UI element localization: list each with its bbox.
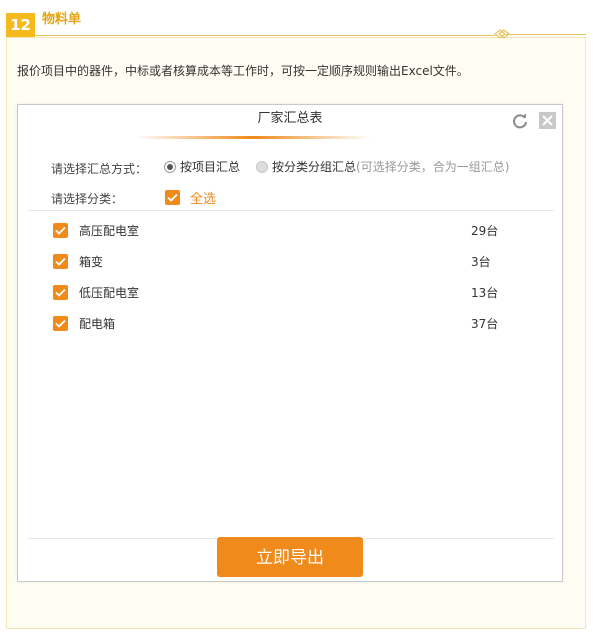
title-rule — [35, 35, 495, 36]
title-rule-right — [506, 34, 586, 35]
radio-unselected-icon — [256, 160, 268, 173]
vendor-summary-dialog: 厂家汇总表 请选择汇总方式： 按项目汇总 按分类分组汇总 (可选择分类，合为一组… — [17, 104, 563, 582]
item-count: 3台 — [471, 254, 491, 269]
section-number: 12 — [6, 13, 35, 37]
radio-by-category-label: 按分类分组汇总 — [272, 160, 357, 174]
item-name: 高压配电室 — [79, 223, 140, 238]
radio-by-project-label: 按项目汇总 — [180, 160, 241, 174]
export-button[interactable]: 立即导出 — [217, 537, 363, 577]
refresh-icon[interactable] — [511, 112, 529, 130]
select-all-checkbox[interactable]: 全选 — [165, 188, 216, 207]
checkbox-checked-icon[interactable] — [53, 253, 68, 269]
item-count: 29台 — [471, 223, 499, 238]
radio-hint: (可选择分类，合为一组汇总) — [356, 160, 510, 174]
item-name: 低压配电室 — [79, 285, 140, 300]
checkbox-checked-icon — [165, 190, 180, 205]
radio-by-category[interactable]: 按分类分组汇总 (可选择分类，合为一组汇总) — [256, 158, 509, 175]
list-item[interactable]: 箱变 3台 — [53, 251, 503, 271]
select-all-label: 全选 — [190, 192, 217, 207]
checkbox-checked-icon[interactable] — [53, 315, 68, 331]
dialog-title: 厂家汇总表 — [257, 111, 323, 126]
radio-selected-icon — [164, 160, 176, 173]
item-count: 13台 — [471, 285, 499, 300]
list-item[interactable]: 配电箱 37台 — [53, 313, 503, 333]
item-count: 37台 — [471, 316, 499, 331]
summary-mode-label: 请选择汇总方式： — [51, 162, 148, 176]
item-name: 配电箱 — [79, 316, 116, 331]
checkbox-checked-icon[interactable] — [53, 222, 68, 238]
list-divider-top — [28, 210, 554, 211]
close-icon[interactable] — [539, 112, 556, 129]
list-item[interactable]: 低压配电室 13台 — [53, 282, 503, 302]
checkbox-checked-icon[interactable] — [53, 284, 68, 300]
radio-by-project[interactable]: 按项目汇总 — [164, 158, 240, 175]
item-name: 箱变 — [79, 254, 104, 269]
title-underline — [135, 136, 371, 139]
section-title: 物料单 — [42, 12, 82, 27]
category-label: 请选择分类： — [51, 192, 124, 206]
list-item[interactable]: 高压配电室 29台 — [53, 220, 503, 240]
description-text: 报价项目中的器件，中标或者核算成本等工作时，可按一定顺序规则输出Excel文件。 — [17, 64, 469, 78]
